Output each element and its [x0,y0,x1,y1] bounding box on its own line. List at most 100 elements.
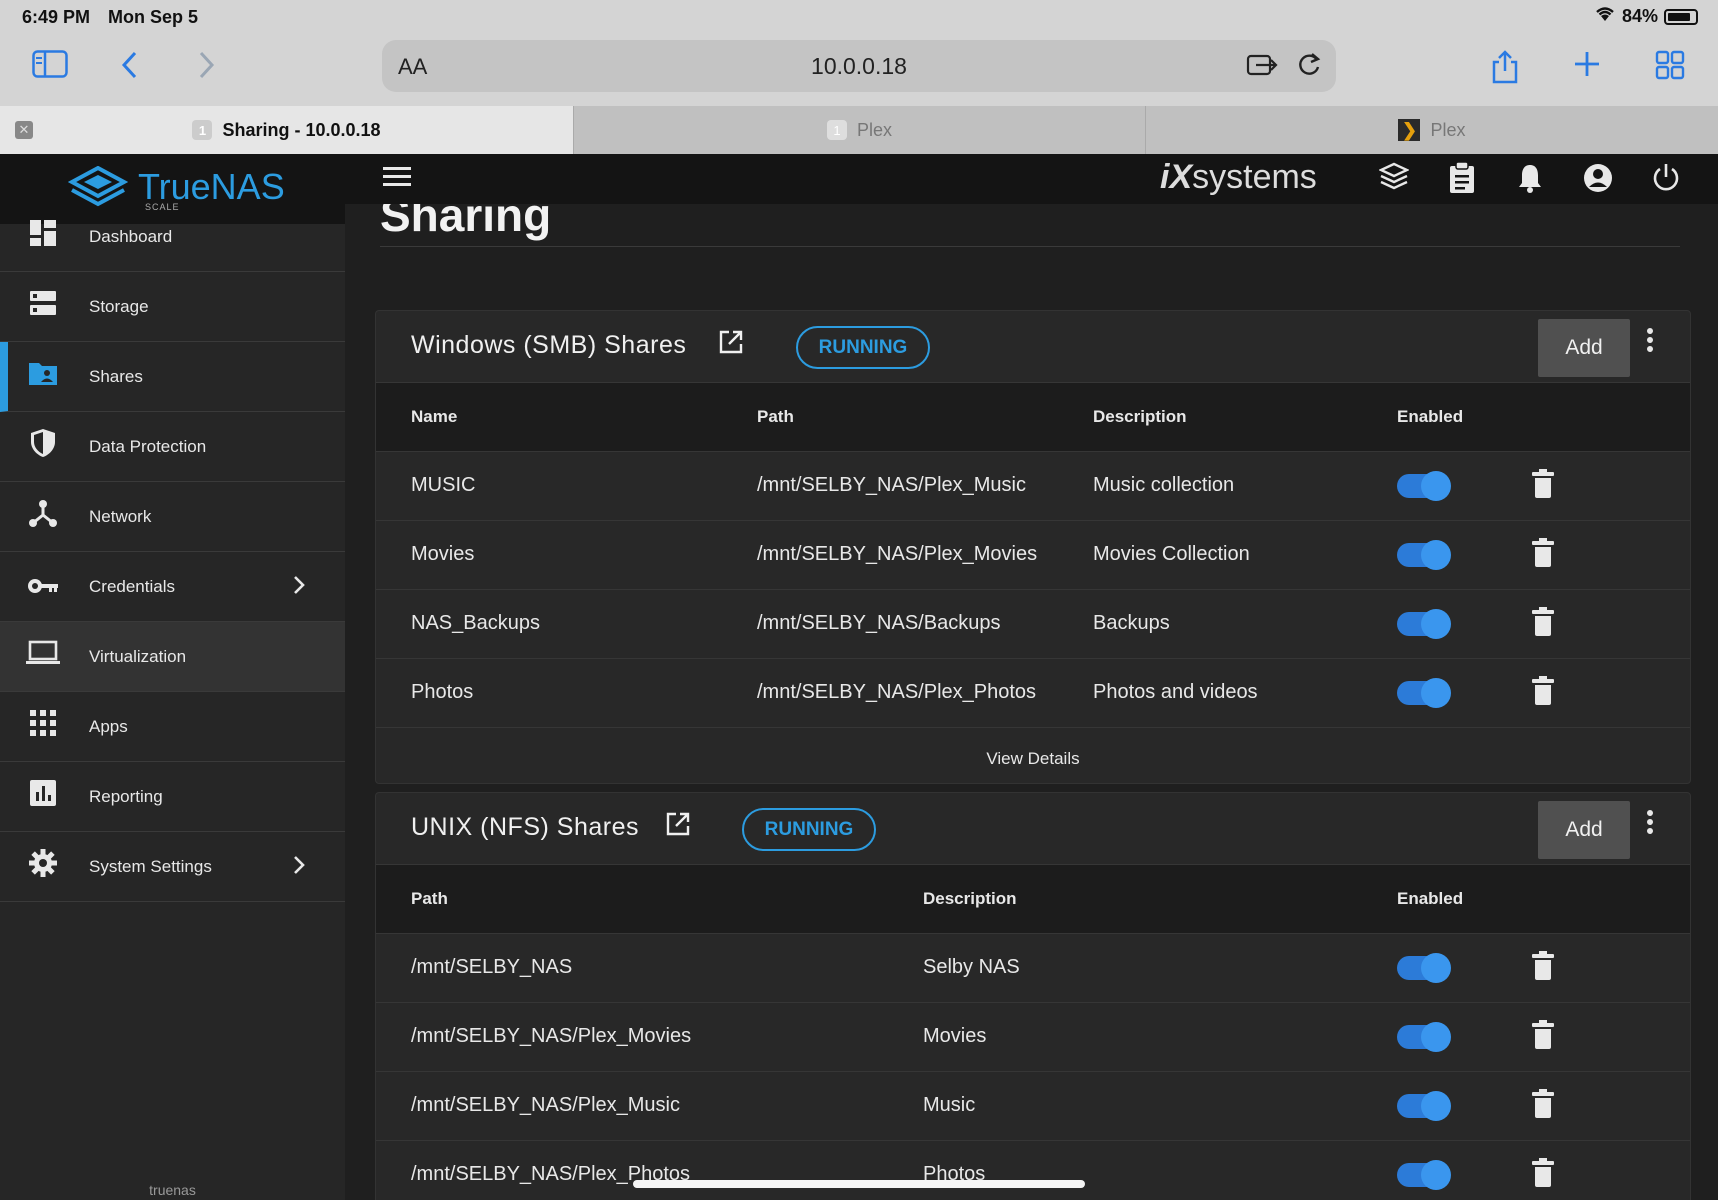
service-status-badge[interactable]: RUNNING [742,808,876,851]
table-row[interactable]: NAS_Backups /mnt/SELBY_NAS/Backups Backu… [376,590,1690,659]
menu-toggle-icon[interactable] [383,162,411,196]
sidebar-item-label: Reporting [89,786,163,806]
share-path: /mnt/SELBY_NAS/Plex_Movies [757,543,1038,565]
enabled-toggle[interactable] [1397,609,1451,639]
enabled-toggle[interactable] [1397,1022,1451,1052]
sidebar-item-virtualization[interactable]: Virtualization [0,622,345,692]
share-icon[interactable] [1490,50,1520,92]
share-path: /mnt/SELBY_NAS [411,956,573,978]
bell-icon[interactable] [1512,162,1548,202]
status-time: 6:49 PM [22,7,91,27]
table-row[interactable]: /mnt/SELBY_NAS/Plex_Movies Movies [376,1003,1690,1072]
address-bar[interactable]: AA 10.0.0.18 [382,40,1336,92]
column-header[interactable]: Name [411,407,457,427]
truecommand-icon[interactable] [1376,162,1412,202]
dashboard-icon [26,219,60,254]
open-in-new-icon[interactable] [718,329,744,362]
share-name: MUSIC [411,474,476,496]
page-title: Sharing [380,204,552,241]
power-icon[interactable] [1648,162,1684,202]
share-path: /mnt/SELBY_NAS/Plex_Music [411,1094,680,1116]
enabled-toggle[interactable] [1397,471,1451,501]
enabled-toggle[interactable] [1397,1160,1451,1190]
share-description: Selby NAS [923,956,1020,978]
sidebar: Dashboard Storage Shares Data Protection… [0,220,345,1200]
forward-icon[interactable] [196,50,216,88]
clipboard-icon[interactable] [1444,161,1480,202]
tab-sharing[interactable]: 1 Sharing - 10.0.0.18 [0,106,573,154]
more-vert-icon[interactable] [1646,809,1654,843]
table-row[interactable]: /mnt/SELBY_NAS/Plex_Photos Photos [376,1141,1690,1200]
sidebar-item-system-settings[interactable]: System Settings [0,832,345,902]
chevron-right-icon [292,851,306,883]
folder-shared-icon [26,360,60,393]
more-vert-icon[interactable] [1646,327,1654,361]
add-button[interactable]: Add [1538,801,1630,859]
column-header[interactable]: Path [411,889,448,909]
sidebar-item-apps[interactable]: Apps [0,692,345,762]
sidebar-toggle-icon[interactable] [32,50,68,86]
delete-icon[interactable] [1532,676,1554,705]
share-path: /mnt/SELBY_NAS/Backups [757,612,1001,634]
ixsystems-logo: iXsystems [1160,158,1317,196]
account-icon[interactable] [1580,162,1616,202]
column-header[interactable]: Description [1093,407,1187,427]
tab-plex-2[interactable]: ❯ Plex [1145,106,1718,154]
reload-icon[interactable] [1296,50,1322,85]
delete-icon[interactable] [1532,469,1554,498]
table-row[interactable]: /mnt/SELBY_NAS/Plex_Music Music [376,1072,1690,1141]
sidebar-item-storage[interactable]: Storage [0,272,345,342]
smb-shares-card: Windows (SMB) Shares RUNNING Add Name Pa… [375,310,1691,784]
back-icon[interactable] [120,50,140,88]
table-row[interactable]: Movies /mnt/SELBY_NAS/Plex_Movies Movies… [376,521,1690,590]
card-header: Windows (SMB) Shares RUNNING Add [376,311,1690,383]
share-description: Movies Collection [1093,543,1250,565]
apps-grid-icon [26,710,60,743]
sidebar-item-credentials[interactable]: Credentials [0,552,345,622]
open-in-new-icon[interactable] [665,811,691,844]
sidebar-item-network[interactable]: Network [0,482,345,552]
sidebar-item-shares[interactable]: Shares [0,342,345,412]
column-header[interactable]: Path [757,407,794,427]
extension-icon[interactable] [1246,50,1278,85]
tab-plex-1[interactable]: 1 Plex [573,106,1145,154]
delete-icon[interactable] [1532,1020,1554,1049]
sidebar-item-label: Network [89,506,152,526]
column-header[interactable]: Description [923,889,1017,909]
view-details-link[interactable]: View Details [376,749,1690,769]
enabled-toggle[interactable] [1397,540,1451,570]
service-status-badge[interactable]: RUNNING [796,326,930,369]
tab-close-icon[interactable]: ✕ [15,121,33,139]
home-indicator[interactable] [633,1180,1085,1188]
card-title: Windows (SMB) Shares [411,331,687,359]
sidebar-item-data-protection[interactable]: Data Protection [0,412,345,482]
enabled-toggle[interactable] [1397,678,1451,708]
tab-overview-icon[interactable] [1655,50,1685,88]
storage-icon [26,289,60,324]
url-text[interactable]: 10.0.0.18 [382,53,1336,80]
delete-icon[interactable] [1532,607,1554,636]
bar-chart-icon [26,780,60,813]
delete-icon[interactable] [1532,1158,1554,1187]
sidebar-item-reporting[interactable]: Reporting [0,762,345,832]
add-button[interactable]: Add [1538,319,1630,377]
sidebar-item-label: Dashboard [89,226,173,246]
table-row[interactable]: /mnt/SELBY_NAS Selby NAS [376,934,1690,1003]
plex-logo-icon: ❯ [1398,119,1421,141]
column-header[interactable]: Enabled [1397,407,1463,427]
nfs-shares-card: UNIX (NFS) Shares RUNNING Add Path Descr… [375,792,1691,1200]
delete-icon[interactable] [1532,538,1554,567]
status-right: 84% [1594,6,1698,27]
new-tab-icon[interactable] [1573,50,1601,86]
enabled-toggle[interactable] [1397,953,1451,983]
sidebar-item-dashboard[interactable]: Dashboard [0,202,345,272]
table-row[interactable]: Photos /mnt/SELBY_NAS/Plex_Photos Photos… [376,659,1690,728]
share-name: Photos [411,681,474,703]
sidebar-item-label: System Settings [89,856,212,876]
delete-icon[interactable] [1532,951,1554,980]
table-row[interactable]: MUSIC /mnt/SELBY_NAS/Plex_Music Music co… [376,452,1690,521]
enabled-toggle[interactable] [1397,1091,1451,1121]
delete-icon[interactable] [1532,1089,1554,1118]
column-header[interactable]: Enabled [1397,889,1463,909]
sidebar-item-label: Credentials [89,576,175,596]
